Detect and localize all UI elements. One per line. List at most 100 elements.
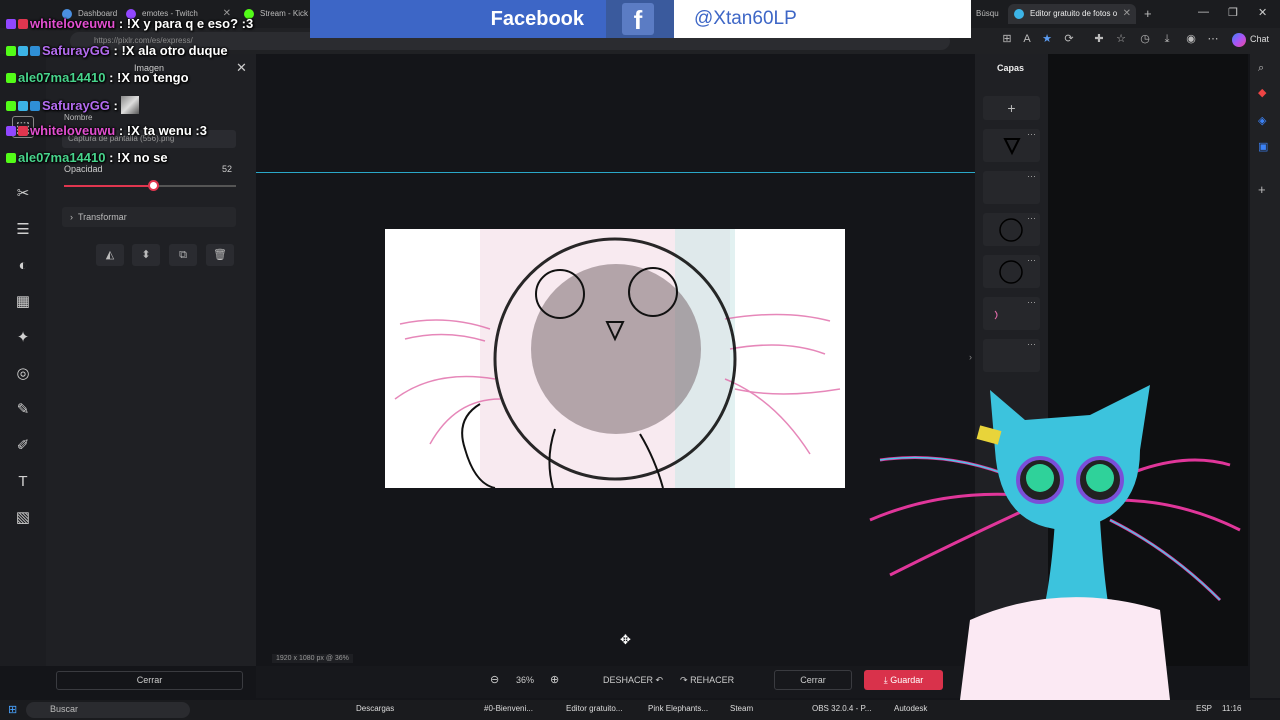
taskbar-item[interactable]: Autodesk	[894, 704, 927, 713]
layer-thumb-drawing[interactable]: ···	[983, 297, 1040, 330]
artwork-image	[394, 229, 841, 488]
tab-search[interactable]: Búsqu	[972, 4, 1006, 24]
emote-image	[121, 96, 140, 114]
flip-horizontal-icon[interactable]: ◭	[96, 244, 124, 266]
delete-icon[interactable]: 🗑	[206, 244, 234, 266]
opacity-slider-fill	[64, 185, 154, 187]
search-icon[interactable]: ⌕	[1258, 62, 1264, 75]
tool-rail	[0, 54, 46, 666]
text-tool-icon[interactable]: T	[12, 471, 34, 493]
taskbar-item[interactable]: Pink Elephants...	[648, 704, 708, 713]
filter-tool-icon[interactable]: ◐	[12, 255, 34, 277]
close-panel-icon[interactable]: ✕	[236, 60, 247, 76]
vtuber-avatar	[869, 385, 1241, 700]
start-icon[interactable]: ⊞	[8, 703, 17, 716]
favorites-icon[interactable]: ☆	[1114, 32, 1128, 46]
layer-thumb-empty[interactable]: ···	[983, 171, 1040, 204]
taskbar-item[interactable]: Steam	[730, 704, 753, 713]
zoom-level[interactable]: 36%	[516, 675, 534, 685]
mod-badge-icon	[30, 101, 40, 111]
close-button[interactable]: Cerrar	[774, 670, 852, 690]
layer-menu-icon[interactable]: ···	[1027, 255, 1036, 265]
zoom-in-icon[interactable]: ⊕	[550, 673, 559, 686]
layer-menu-icon[interactable]: ···	[1027, 297, 1036, 307]
sub-badge-icon	[18, 101, 28, 111]
taskbar-item[interactable]: OBS 32.0.4 - P...	[812, 704, 871, 713]
kick-badge-icon	[6, 73, 16, 83]
chat-message: SafurayGG :	[6, 96, 140, 114]
maximize-icon[interactable]: ❐	[1228, 6, 1238, 19]
redo-button[interactable]: ↷ REHACER	[680, 675, 734, 686]
layer-thumb-circle[interactable]: ···	[983, 255, 1040, 288]
transform-section[interactable]: › Transformar	[62, 207, 236, 227]
chat-message: SafurayGG : !X ala otro duque	[6, 43, 228, 58]
history-icon[interactable]: ◷	[1138, 32, 1152, 46]
undo-button[interactable]: DESHACER ↶	[603, 675, 663, 686]
chat-button[interactable]: Chat	[1250, 34, 1269, 44]
chat-message: whiteloveuwu : !X ta wenu :3	[6, 123, 207, 138]
close-tab-icon[interactable]: ✕	[1123, 8, 1131, 19]
close-button-left[interactable]: Cerrar	[56, 671, 243, 690]
heart-badge-icon	[18, 19, 28, 29]
taskbar-item[interactable]: #0-Bienveni...	[484, 704, 533, 713]
canvas-size-note: 1920 x 1080 px @ 36%	[272, 654, 353, 663]
cut-tool-icon[interactable]: ✂	[12, 183, 34, 205]
layer-menu-icon[interactable]: ···	[1027, 129, 1036, 139]
duplicate-icon[interactable]: ⧉	[169, 244, 197, 266]
taskbar-item[interactable]: Descargas	[356, 704, 394, 713]
layer-thumb-empty[interactable]: ···	[983, 339, 1040, 372]
layers-title: Capas	[997, 63, 1025, 73]
clock[interactable]: 11:16	[1222, 704, 1241, 713]
shopping-icon[interactable]: ◆	[1258, 86, 1266, 99]
twitch-badge-icon	[6, 126, 16, 136]
tab-pixlr-editor[interactable]: Editor gratuito de fotos o ✕	[1008, 4, 1136, 24]
artboard[interactable]	[385, 229, 845, 488]
retouch-tool-icon[interactable]: ✦	[12, 327, 34, 349]
language-indicator[interactable]: ESP	[1196, 704, 1212, 713]
tools-icon[interactable]: ◈	[1258, 114, 1266, 127]
profile-icon[interactable]: ◉	[1184, 32, 1198, 46]
copilot-icon[interactable]	[1232, 33, 1246, 47]
layer-thumb-circle[interactable]: ···	[983, 213, 1040, 246]
adjust-tool-icon[interactable]: ☰	[12, 219, 34, 241]
liquify-tool-icon[interactable]: ◎	[12, 363, 34, 385]
favorite-star-icon[interactable]: ★	[1040, 32, 1054, 46]
flip-vertical-icon[interactable]: ⬍	[132, 244, 160, 266]
new-tab-icon[interactable]: +	[1144, 6, 1152, 21]
menu-icon[interactable]: ⋯	[1206, 32, 1220, 46]
facebook-icon: f	[622, 3, 654, 35]
downloads-icon[interactable]: ⤓	[1160, 32, 1174, 46]
install-app-icon[interactable]: ⊞	[1000, 32, 1014, 46]
layer-menu-icon[interactable]: ···	[1027, 339, 1036, 349]
read-aloud-icon[interactable]: A	[1020, 32, 1034, 46]
pattern-tool-icon[interactable]: ▧	[12, 507, 34, 529]
move-cursor-icon: ✥	[620, 632, 631, 647]
effect-tool-icon[interactable]: ▦	[12, 291, 34, 313]
taskbar-search[interactable]: Buscar	[26, 702, 190, 718]
extension-icon[interactable]: ⟳	[1062, 32, 1076, 46]
taskbar-item[interactable]: Editor gratuito...	[566, 704, 622, 713]
kick-badge-icon	[6, 101, 16, 111]
layer-menu-icon[interactable]: ···	[1027, 213, 1036, 223]
draw-tool-icon[interactable]: ✎	[12, 399, 34, 421]
kick-badge-icon	[6, 46, 16, 56]
close-window-icon[interactable]: ✕	[1258, 6, 1267, 19]
name-label: Nombre	[64, 113, 93, 122]
facebook-handle: @Xtan60LP	[694, 8, 797, 29]
chat-message: ale07ma14410 : !X no se	[6, 150, 168, 165]
zoom-out-icon[interactable]: ⊖	[490, 673, 499, 686]
layer-menu-icon[interactable]: ···	[1027, 171, 1036, 181]
collapse-panel-icon[interactable]: ›	[969, 352, 972, 362]
chat-message: ale07ma14410 : !X no tengo	[6, 70, 189, 85]
kick-badge-icon	[6, 153, 16, 163]
guide-line	[256, 172, 975, 173]
minimize-icon[interactable]: —	[1198, 6, 1209, 18]
add-layer-button[interactable]: +	[983, 96, 1040, 120]
facebook-label: Facebook	[310, 0, 606, 38]
undo-icon: ↶	[655, 675, 664, 685]
add-sidebar-icon[interactable]: +	[1258, 182, 1266, 197]
outlook-icon[interactable]: ▣	[1258, 140, 1268, 153]
brush-tool-icon[interactable]: ✐	[12, 435, 34, 457]
layer-thumb-triangle[interactable]: ···	[983, 129, 1040, 162]
extensions-puzzle-icon[interactable]: ✚	[1092, 32, 1106, 46]
